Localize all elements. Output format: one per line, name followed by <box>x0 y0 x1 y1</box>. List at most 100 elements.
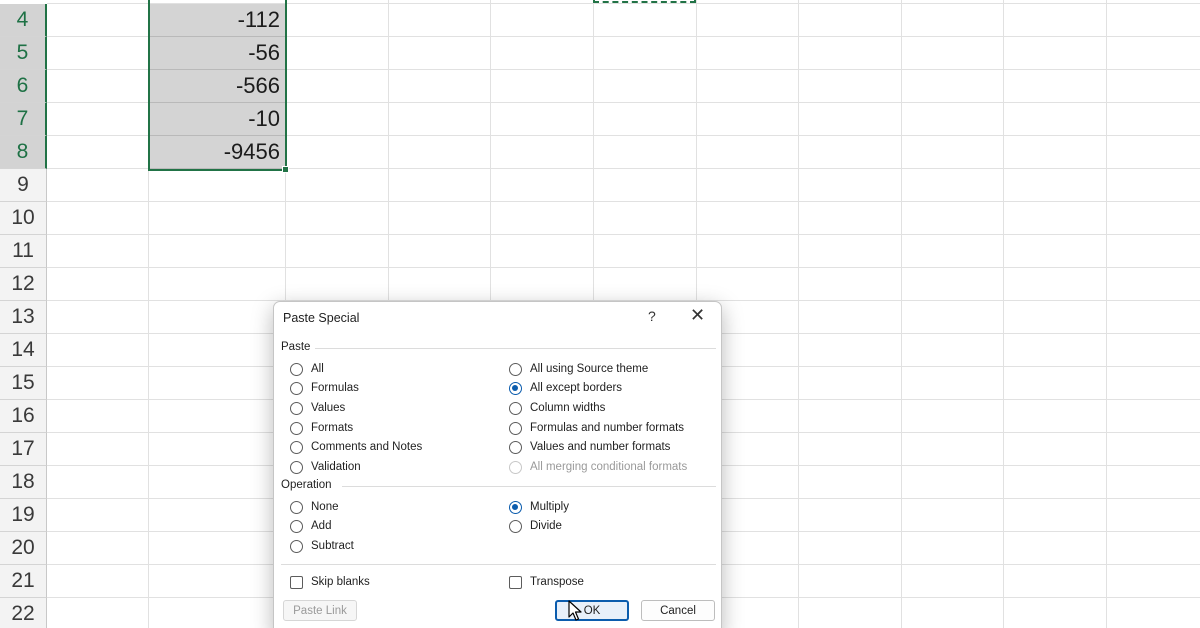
row-header-9[interactable]: 9 <box>0 169 47 202</box>
radio-icon[interactable] <box>509 421 522 435</box>
option-label: Comments and Notes <box>311 441 423 453</box>
row-header-5[interactable]: 5 <box>0 37 47 70</box>
radio-icon[interactable] <box>290 440 303 454</box>
operation-group-label: Operation <box>281 479 332 491</box>
operation-add-option[interactable]: Add <box>290 518 331 534</box>
row-header-18[interactable]: 18 <box>0 466 47 499</box>
option-label: Formulas and number formats <box>530 422 685 434</box>
transpose-checkbox[interactable]: Transpose <box>509 574 584 590</box>
option-label: Formats <box>311 422 354 434</box>
row-header-6[interactable]: 6 <box>0 70 47 103</box>
cell-b7[interactable]: -10 <box>149 103 285 136</box>
row-header-10[interactable]: 10 <box>0 202 47 235</box>
group-divider <box>315 348 716 349</box>
paste-all-option[interactable]: All <box>290 361 324 377</box>
paste-values-number-formats-option[interactable]: Values and number formats <box>509 439 670 455</box>
column-gridline <box>901 0 902 628</box>
paste-merging-conditional-option: All merging conditional formats <box>509 459 687 475</box>
row-header-12[interactable]: 12 <box>0 268 47 301</box>
paste-source-theme-option[interactable]: All using Source theme <box>509 361 648 377</box>
radio-icon[interactable] <box>509 401 522 415</box>
checkbox-icon[interactable] <box>509 575 522 589</box>
radio-icon[interactable] <box>290 539 303 553</box>
option-label: Column widths <box>530 402 606 414</box>
paste-validation-option[interactable]: Validation <box>290 459 361 475</box>
operation-none-option[interactable]: None <box>290 499 339 515</box>
option-label: All <box>311 363 324 375</box>
radio-icon[interactable] <box>290 421 303 435</box>
option-label: Values <box>311 402 346 414</box>
row-header-22[interactable]: 22 <box>0 598 47 628</box>
paste-formats-option[interactable]: Formats <box>290 420 353 436</box>
paste-group-label: Paste <box>281 341 311 353</box>
paste-values-option[interactable]: Values <box>290 400 345 416</box>
option-label: All merging conditional formats <box>530 461 688 473</box>
radio-icon[interactable] <box>290 500 303 514</box>
row-header-15[interactable]: 15 <box>0 367 47 400</box>
option-label: Add <box>311 520 332 532</box>
checkbox-icon[interactable] <box>290 575 303 589</box>
cell-b6[interactable]: -566 <box>149 70 285 103</box>
row-header-16[interactable]: 16 <box>0 400 47 433</box>
cancel-button[interactable]: Cancel <box>641 600 715 621</box>
option-label: Multiply <box>530 501 569 513</box>
radio-disabled-icon <box>509 460 522 474</box>
column-gridline <box>798 0 799 628</box>
paste-special-dialog: Paste Special ? ✕ Paste All Formulas Val… <box>273 301 722 628</box>
row-gridline <box>47 234 1200 235</box>
cell-b5[interactable]: -56 <box>149 37 285 70</box>
paste-formulas-option[interactable]: Formulas <box>290 380 359 396</box>
group-divider <box>342 486 716 487</box>
row-header-17[interactable]: 17 <box>0 433 47 466</box>
cell-b8[interactable]: -9456 <box>149 136 285 169</box>
paste-formulas-number-formats-option[interactable]: Formulas and number formats <box>509 420 684 436</box>
column-gridline <box>1106 0 1107 628</box>
paste-comments-option[interactable]: Comments and Notes <box>290 439 422 455</box>
help-icon[interactable]: ? <box>648 308 656 324</box>
option-label: Validation <box>311 461 361 473</box>
paste-link-button: Paste Link <box>283 600 357 621</box>
row-header-21[interactable]: 21 <box>0 565 47 598</box>
option-label: Transpose <box>530 576 584 588</box>
row-header-7[interactable]: 7 <box>0 103 47 136</box>
row-header-19[interactable]: 19 <box>0 499 47 532</box>
radio-icon[interactable] <box>509 519 522 533</box>
column-gridline <box>1003 0 1004 628</box>
paste-except-borders-option[interactable]: All except borders <box>509 380 622 396</box>
radio-icon[interactable] <box>290 460 303 474</box>
radio-icon[interactable] <box>290 381 303 395</box>
cell-b4[interactable]: -112 <box>149 4 285 37</box>
option-label: Values and number formats <box>530 441 671 453</box>
option-label: Formulas <box>311 382 359 394</box>
radio-icon[interactable] <box>509 440 522 454</box>
option-label: Divide <box>530 520 562 532</box>
radio-icon[interactable] <box>290 362 303 376</box>
row-header-11[interactable]: 11 <box>0 235 47 268</box>
option-label: Skip blanks <box>311 576 370 588</box>
copy-marquee <box>593 0 696 3</box>
operation-subtract-option[interactable]: Subtract <box>290 538 354 554</box>
radio-icon[interactable] <box>290 401 303 415</box>
row-header-8[interactable]: 8 <box>0 136 47 169</box>
row-header-14[interactable]: 14 <box>0 334 47 367</box>
operation-multiply-option[interactable]: Multiply <box>509 499 569 515</box>
fill-handle[interactable] <box>282 166 289 173</box>
option-label: Subtract <box>311 540 354 552</box>
ok-button[interactable]: OK <box>555 600 629 621</box>
operation-divide-option[interactable]: Divide <box>509 518 562 534</box>
row-gridline <box>47 201 1200 202</box>
group-divider <box>281 564 716 565</box>
option-label: None <box>311 501 339 513</box>
radio-icon[interactable] <box>509 362 522 376</box>
row-header-4[interactable]: 4 <box>0 4 47 37</box>
close-icon[interactable]: ✕ <box>690 305 705 326</box>
row-header-20[interactable]: 20 <box>0 532 47 565</box>
skip-blanks-checkbox[interactable]: Skip blanks <box>290 574 370 590</box>
dialog-title: Paste Special <box>283 311 360 325</box>
radio-selected-icon[interactable] <box>509 500 522 514</box>
row-gridline <box>47 267 1200 268</box>
radio-icon[interactable] <box>290 519 303 533</box>
row-header-13[interactable]: 13 <box>0 301 47 334</box>
paste-column-widths-option[interactable]: Column widths <box>509 400 605 416</box>
radio-selected-icon[interactable] <box>509 381 522 395</box>
